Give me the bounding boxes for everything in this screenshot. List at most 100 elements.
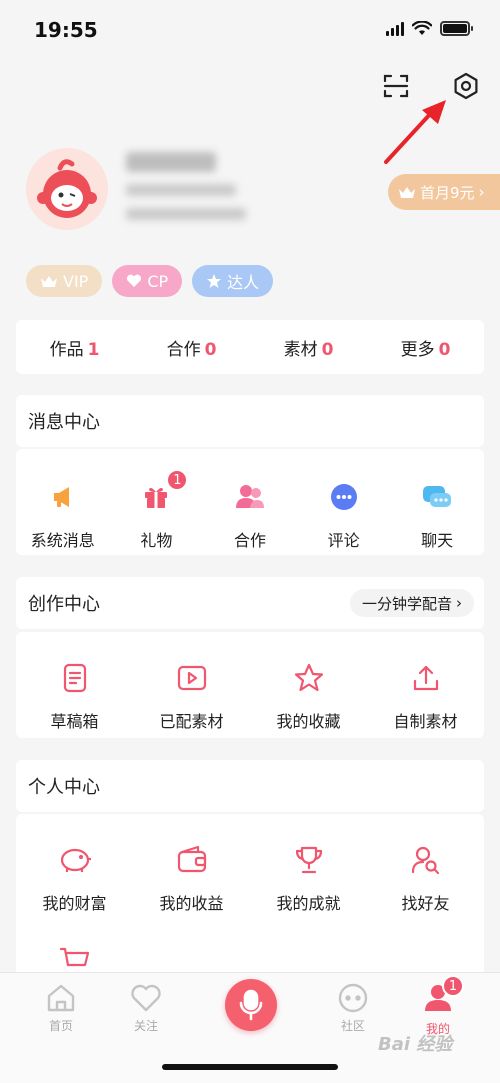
stat-label: 作品 <box>49 339 84 360</box>
record-button[interactable] <box>225 979 277 1031</box>
message-center-title: 消息中心 <box>16 395 484 447</box>
badge-row: VIP CP 达人 <box>26 265 274 297</box>
piggy-bank-icon <box>57 842 93 878</box>
draft-icon <box>57 660 93 696</box>
stat-works[interactable]: 作品 1 <box>50 335 100 360</box>
stat-collab[interactable]: 合作 0 <box>167 335 217 360</box>
chat-icon <box>419 479 455 515</box>
wallet-icon <box>174 842 210 878</box>
wifi-icon <box>412 20 432 35</box>
item-label: 我的收益 <box>159 894 224 913</box>
find-friends-item[interactable]: 找好友 <box>367 842 484 920</box>
drafts-item[interactable]: 草稿箱 <box>16 660 133 738</box>
stat-label: 素材 <box>283 339 318 360</box>
cp-badge-label: CP <box>147 271 169 291</box>
tab-label: 社区 <box>340 1019 365 1033</box>
my-earnings-item[interactable]: 我的收益 <box>133 842 250 920</box>
item-label: 合作 <box>233 531 266 550</box>
tab-home[interactable]: 首页 <box>31 983 91 1034</box>
gift-icon: 1 <box>138 469 189 515</box>
home-indicator <box>162 1064 338 1070</box>
stat-material[interactable]: 素材 0 <box>284 335 334 360</box>
status-icons <box>386 20 473 36</box>
dubbed-material-item[interactable]: 已配素材 <box>133 660 250 738</box>
comment-item[interactable]: 评论 <box>297 479 391 555</box>
stat-value: 1 <box>87 339 100 360</box>
creation-center-header: 创作中心 一分钟学配音 › <box>16 577 484 629</box>
blurred-user-info <box>126 152 246 232</box>
custom-material-item[interactable]: 自制素材 <box>367 660 484 738</box>
profile-header: 首月9元 › <box>26 148 500 248</box>
tab-label: 首页 <box>48 1019 73 1033</box>
item-label: 聊天 <box>421 531 454 550</box>
home-icon <box>47 984 75 1012</box>
learn-dubbing-label: 一分钟学配音 <box>361 594 452 613</box>
item-label: 我的收藏 <box>276 712 341 731</box>
expert-badge-label: 达人 <box>227 273 260 292</box>
cp-badge[interactable]: CP <box>112 265 183 297</box>
profile-icon: 1 <box>422 975 464 1016</box>
stat-value: 0 <box>438 339 451 360</box>
tab-community[interactable]: 社区 <box>323 983 383 1034</box>
chat-item[interactable]: 聊天 <box>390 479 484 555</box>
avatar[interactable] <box>26 148 108 230</box>
battery-icon <box>440 20 473 36</box>
crown-icon <box>399 187 415 198</box>
gift-item[interactable]: 1 礼物 <box>110 469 204 555</box>
item-label: 自制素材 <box>393 712 458 731</box>
watermark: Bai 经验 <box>378 1034 453 1055</box>
vip-badge-label: VIP <box>63 271 89 291</box>
vip-badge[interactable]: VIP <box>26 265 103 297</box>
learn-dubbing-link[interactable]: 一分钟学配音 › <box>349 589 474 617</box>
heart-icon <box>131 984 161 1012</box>
megaphone-icon <box>45 479 81 515</box>
personal-center-title: 个人中心 <box>16 760 484 812</box>
chevron-right-icon: › <box>456 594 462 612</box>
item-label: 我的财富 <box>42 894 107 913</box>
tab-label: 关注 <box>133 1019 158 1033</box>
item-label: 找好友 <box>401 894 450 913</box>
microphone-icon <box>239 989 263 1021</box>
item-label: 我的成就 <box>276 894 341 913</box>
profile-count-badge: 1 <box>442 975 464 997</box>
my-wealth-item[interactable]: 我的财富 <box>16 842 133 920</box>
tab-profile[interactable]: 1 我的 <box>408 975 468 1037</box>
my-achievements-item[interactable]: 我的成就 <box>250 842 367 920</box>
stat-value: 0 <box>204 339 217 360</box>
community-icon <box>338 983 368 1013</box>
item-label: 礼物 <box>140 531 173 550</box>
chevron-right-icon: › <box>478 183 485 201</box>
expert-badge[interactable]: 达人 <box>192 265 274 297</box>
message-center-grid: 系统消息 1 礼物 合作 评论 聊天 <box>16 449 484 555</box>
status-bar: 19:55 <box>0 0 500 60</box>
system-message-item[interactable]: 系统消息 <box>16 479 110 555</box>
item-label: 草稿箱 <box>50 712 99 731</box>
stat-label: 合作 <box>166 339 201 360</box>
find-friend-icon <box>408 842 444 878</box>
creation-center-title: 创作中心 <box>28 594 100 615</box>
star-icon <box>291 660 327 696</box>
crown-icon <box>41 276 57 287</box>
my-favorites-item[interactable]: 我的收藏 <box>250 660 367 738</box>
item-label: 已配素材 <box>159 712 224 731</box>
heart-icon <box>127 274 142 287</box>
settings-icon[interactable] <box>448 68 484 104</box>
trophy-icon <box>291 842 327 878</box>
stats-card: 作品 1 合作 0 素材 0 更多 0 <box>16 320 484 374</box>
tab-follow[interactable]: 关注 <box>116 983 176 1034</box>
stat-value: 0 <box>321 339 334 360</box>
stat-more[interactable]: 更多 0 <box>401 335 451 360</box>
stat-label: 更多 <box>400 339 435 360</box>
personal-center-grid: 我的财富 我的收益 我的成就 找好友 <box>16 814 484 984</box>
video-icon <box>174 660 210 696</box>
creation-center-grid: 草稿箱 已配素材 我的收藏 自制素材 <box>16 632 484 738</box>
comment-icon <box>326 479 362 515</box>
star-icon <box>207 274 222 288</box>
users-icon <box>232 479 268 515</box>
status-time: 19:55 <box>34 18 98 42</box>
signal-icon <box>386 20 404 36</box>
vip-promo-label: 首月9元 <box>420 183 475 202</box>
vip-promo-button[interactable]: 首月9元 › <box>388 174 500 210</box>
collab-item[interactable]: 合作 <box>203 479 297 555</box>
gift-count-badge: 1 <box>166 469 189 491</box>
